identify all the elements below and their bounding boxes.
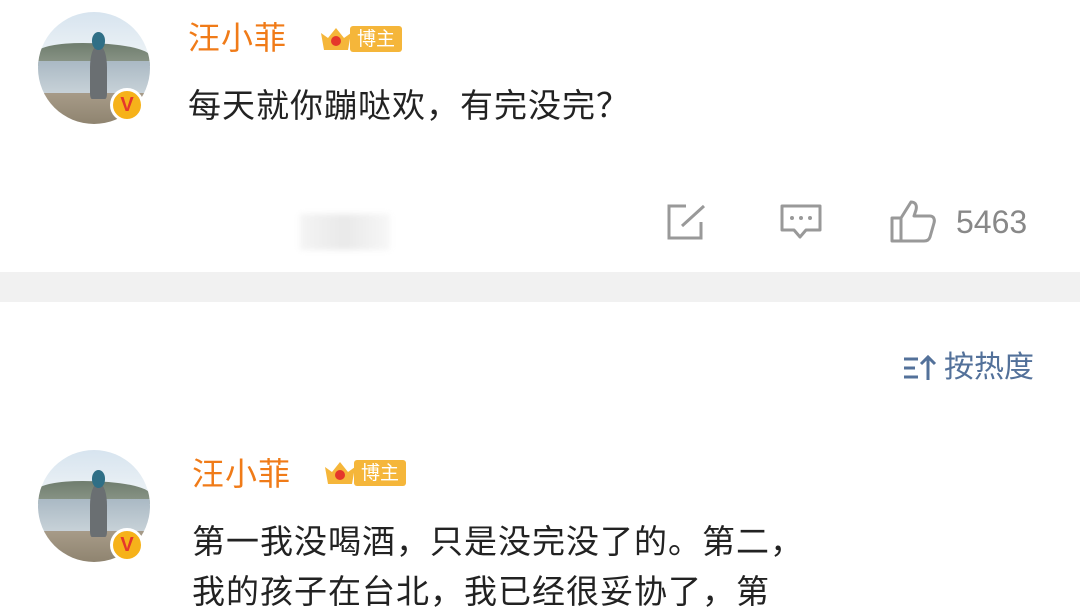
comment-text-line: 第一我没喝酒，只是没完没了的。第二， [192,522,804,561]
sort-by-hot-button[interactable]: 按热度 [902,348,1034,388]
comment-text-line: 我的孩子在台北，我已经很妥协了，第 [192,572,770,608]
weibo-comments-page: V 汪小菲 博主 每天就你蹦哒欢，有完没完？ 5463 按热度 V 汪小菲 博主… [0,0,1080,608]
sort-icon [904,354,937,380]
comment-text: 每天就你蹦哒欢，有完没完？ [188,86,630,125]
blogger-badge: 博主 [322,458,407,488]
sort-label: 按热度 [944,350,1034,385]
comment-icon[interactable] [778,202,824,242]
repost-icon[interactable] [664,202,708,242]
verified-badge-icon: V [110,88,144,122]
crown-icon [321,28,351,50]
like-icon[interactable] [888,198,938,244]
username[interactable]: 汪小菲 [188,18,287,58]
like-count: 5463 [956,204,1028,240]
username[interactable]: 汪小菲 [192,454,291,494]
blogger-badge-label: 博主 [354,460,407,486]
blogger-badge: 博主 [318,24,403,54]
verified-badge-icon: V [110,528,144,562]
crown-icon [325,462,355,484]
section-divider [0,272,1080,302]
blogger-badge-label: 博主 [350,26,403,52]
blurred-area [300,214,390,250]
